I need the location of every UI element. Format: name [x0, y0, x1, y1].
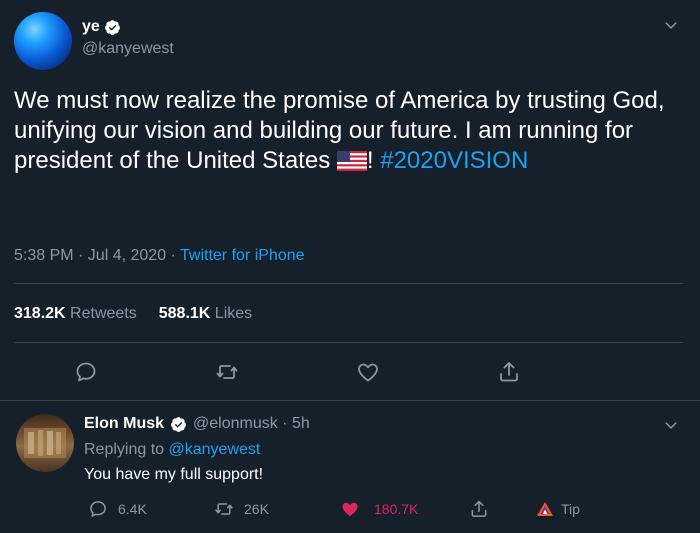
share-icon [471, 500, 487, 517]
reply-author[interactable]: Elon Musk @elonmusk · 5h [84, 415, 310, 433]
like-count: 180.7K [374, 501, 419, 517]
retweets-count: 318.2K [14, 305, 66, 322]
reply-icon[interactable] [74, 360, 98, 384]
flag-us-icon [336, 151, 367, 171]
reply-like-action[interactable]: 180.7K [340, 499, 418, 519]
display-name-text[interactable]: ye [82, 18, 100, 36]
retweets-label: Retweets [70, 305, 137, 322]
avatar-image [24, 428, 66, 458]
retweet-icon [215, 503, 233, 515]
chevron-down-icon[interactable] [664, 418, 678, 432]
retweets-stat[interactable]: 318.2K Retweets [14, 305, 137, 323]
like-icon[interactable] [356, 360, 380, 384]
reply-share-action[interactable] [469, 499, 489, 519]
tip-action[interactable]: Tip [535, 499, 580, 519]
display-name[interactable]: ye [82, 18, 121, 36]
avatar-elon[interactable] [16, 414, 74, 472]
section-divider [0, 400, 700, 401]
reply-display-name[interactable]: Elon Musk [84, 415, 164, 433]
verified-badge-icon [171, 416, 186, 432]
reply-handle[interactable]: @elonmusk · 5h [193, 415, 310, 433]
reply-icon [90, 501, 106, 517]
user-handle[interactable]: @kanyewest [82, 40, 174, 58]
divider [14, 342, 683, 343]
replying-to-link[interactable]: @kanyewest [169, 441, 261, 458]
reply-retweet-action[interactable]: 26K [214, 499, 269, 519]
tweet-meta: 5:38 PM · Jul 4, 2020 · Twitter for iPho… [14, 247, 305, 265]
tweet-stats: 318.2K Retweets 588.1K Likes [14, 305, 252, 323]
retweet-icon[interactable] [215, 360, 239, 384]
timestamp[interactable]: 5:38 PM · Jul 4, 2020 · [14, 247, 180, 264]
reply-text: You have my full support! [84, 466, 264, 483]
reply-reply-action[interactable]: 6.4K [88, 499, 147, 519]
replying-prefix: Replying to [84, 441, 169, 458]
exclamation: ! [366, 147, 374, 174]
retweet-count: 26K [244, 501, 269, 517]
hashtag-link[interactable]: #2020VISION [380, 147, 528, 174]
verified-badge-icon [104, 19, 120, 35]
source-link[interactable]: Twitter for iPhone [180, 247, 305, 264]
likes-count: 588.1K [158, 305, 211, 322]
tip-icon [537, 502, 553, 516]
tip-label: Tip [561, 501, 580, 517]
replying-to: Replying to @kanyewest [84, 441, 260, 459]
likes-label: Likes [214, 305, 253, 322]
tweet-text: We must now realize the promise of Ameri… [14, 86, 686, 176]
share-icon[interactable] [497, 360, 521, 384]
avatar-ye[interactable] [14, 12, 72, 70]
reply-count: 6.4K [118, 501, 147, 517]
chevron-down-icon[interactable] [664, 18, 678, 32]
like-icon [342, 502, 358, 517]
likes-stat[interactable]: 588.1K Likes [159, 305, 252, 323]
divider [14, 283, 683, 284]
